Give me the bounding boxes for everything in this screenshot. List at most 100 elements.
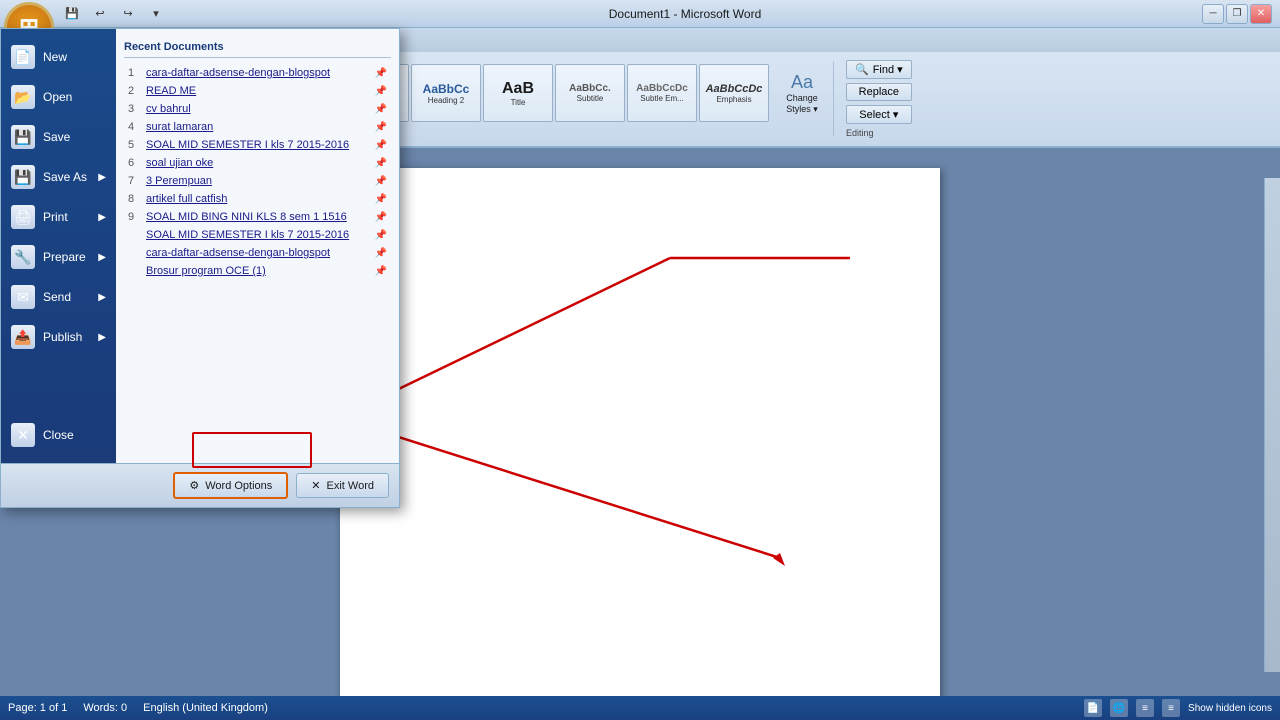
doc-num: 1 bbox=[128, 67, 142, 79]
doc-name: 3 Perempuan bbox=[146, 175, 371, 187]
doc-name: cara-daftar-adsense-dengan-blogspot bbox=[146, 247, 371, 259]
view-web-btn[interactable]: 🌐 bbox=[1110, 699, 1128, 717]
style-h2-preview: AaBbCc bbox=[423, 82, 470, 96]
right-scrollbar[interactable] bbox=[1264, 178, 1280, 672]
prepare-arrow: ▶ bbox=[98, 252, 106, 263]
recent-doc-7[interactable]: 7 3 Perempuan 📌 bbox=[124, 172, 391, 190]
style-emphasis-label: Emphasis bbox=[716, 95, 751, 104]
select-button[interactable]: Select ▾ bbox=[846, 105, 912, 124]
recent-doc-9[interactable]: 9 SOAL MID BING NINI KLS 8 sem 1 1516 📌 bbox=[124, 208, 391, 226]
menu-item-new-label: New bbox=[43, 50, 67, 64]
select-label: Select ▾ bbox=[859, 109, 898, 121]
change-styles-label: ChangeStyles ▾ bbox=[786, 93, 818, 115]
style-subtle-em-label: Subtle Em... bbox=[640, 94, 684, 103]
recent-doc-6[interactable]: 6 soal ujian oke 📌 bbox=[124, 154, 391, 172]
pin-icon: 📌 bbox=[375, 212, 387, 223]
recent-doc-4[interactable]: 4 surat lamaran 📌 bbox=[124, 118, 391, 136]
doc-name: READ ME bbox=[146, 85, 371, 97]
doc-num: 7 bbox=[128, 175, 142, 187]
office-menu-bottom: ⚙ Word Options ✕ Exit Word bbox=[1, 463, 399, 507]
save-quick-btn[interactable]: 💾 bbox=[62, 4, 82, 24]
pin-icon: 📌 bbox=[375, 104, 387, 115]
window-title: Document1 - Microsoft Word bbox=[168, 7, 1202, 21]
menu-item-close-label: Close bbox=[43, 428, 74, 442]
word-options-button[interactable]: ⚙ Word Options bbox=[173, 472, 288, 499]
doc-num: 4 bbox=[128, 121, 142, 133]
office-menu-nav: 📄 New 📂 Open 💾 Save 💾 Save As ▶ 🖨 bbox=[1, 29, 116, 463]
style-subtle-em[interactable]: AaBbCcDc Subtle Em... bbox=[627, 64, 697, 122]
menu-item-new[interactable]: 📄 New bbox=[1, 37, 116, 77]
recent-doc-11[interactable]: cara-daftar-adsense-dengan-blogspot 📌 bbox=[124, 244, 391, 262]
menu-item-send[interactable]: ✉ Send ▶ bbox=[1, 277, 116, 317]
recent-doc-5[interactable]: 5 SOAL MID SEMESTER I kls 7 2015-2016 📌 bbox=[124, 136, 391, 154]
style-h2-label: Heading 2 bbox=[428, 96, 464, 105]
menu-item-close[interactable]: ✕ Close bbox=[1, 415, 116, 455]
dropdown-btn[interactable]: ▾ bbox=[146, 4, 166, 24]
recent-doc-2[interactable]: 2 READ ME 📌 bbox=[124, 82, 391, 100]
status-bar: Page: 1 of 1 Words: 0 English (United Ki… bbox=[0, 696, 1280, 720]
pin-icon: 📌 bbox=[375, 230, 387, 241]
minimize-button[interactable]: ─ bbox=[1202, 4, 1224, 24]
menu-item-prepare[interactable]: 🔧 Prepare ▶ bbox=[1, 237, 116, 277]
recent-doc-1[interactable]: 1 cara-daftar-adsense-dengan-blogspot 📌 bbox=[124, 64, 391, 82]
style-subtitle-label: Subtitle bbox=[577, 94, 604, 103]
editing-label: Editing bbox=[846, 128, 912, 138]
doc-num: 3 bbox=[128, 103, 142, 115]
page-status: Page: 1 of 1 bbox=[8, 702, 67, 714]
doc-num: 5 bbox=[128, 139, 142, 151]
replace-button[interactable]: Replace bbox=[846, 83, 912, 101]
doc-name: soal ujian oke bbox=[146, 157, 371, 169]
title-bar: 💾 ↩ ↪ ▾ Document1 - Microsoft Word ─ ❐ ✕ bbox=[0, 0, 1280, 28]
open-icon: 📂 bbox=[11, 85, 35, 109]
doc-name: cv bahrul bbox=[146, 103, 371, 115]
menu-item-prepare-label: Prepare bbox=[43, 250, 86, 264]
exit-icon: ✕ bbox=[311, 479, 320, 492]
doc-name: SOAL MID SEMESTER I kls 7 2015-2016 bbox=[146, 139, 371, 151]
style-heading2[interactable]: AaBbCc Heading 2 bbox=[411, 64, 481, 122]
pin-icon: 📌 bbox=[375, 68, 387, 79]
new-icon: 📄 bbox=[11, 45, 35, 69]
doc-name: surat lamaran bbox=[146, 121, 371, 133]
view-draft-btn[interactable]: ≡ bbox=[1162, 699, 1180, 717]
restore-button[interactable]: ❐ bbox=[1226, 4, 1248, 24]
pin-icon: 📌 bbox=[375, 140, 387, 151]
saveas-arrow: ▶ bbox=[98, 172, 106, 183]
doc-name: cara-daftar-adsense-dengan-blogspot bbox=[146, 67, 371, 79]
view-print-btn[interactable]: 📄 bbox=[1084, 699, 1102, 717]
menu-item-print[interactable]: 🖨 Print ▶ bbox=[1, 197, 116, 237]
exit-word-button[interactable]: ✕ Exit Word bbox=[296, 473, 389, 498]
find-label: Find ▾ bbox=[873, 63, 903, 76]
redo-btn[interactable]: ↪ bbox=[118, 4, 138, 24]
word-count: Words: 0 bbox=[83, 702, 127, 714]
menu-item-publish[interactable]: 📤 Publish ▶ bbox=[1, 317, 116, 357]
pin-icon: 📌 bbox=[375, 158, 387, 169]
window-controls: ─ ❐ ✕ bbox=[1202, 4, 1272, 24]
style-title-preview: AaB bbox=[502, 80, 534, 98]
menu-item-open[interactable]: 📂 Open bbox=[1, 77, 116, 117]
menu-item-saveas[interactable]: 💾 Save As ▶ bbox=[1, 157, 116, 197]
quick-access-toolbar: 💾 ↩ ↪ ▾ bbox=[60, 4, 168, 24]
pin-icon: 📌 bbox=[375, 122, 387, 133]
style-emphasis[interactable]: AaBbCcDc Emphasis bbox=[699, 64, 769, 122]
find-button[interactable]: 🔍 Find ▾ bbox=[846, 60, 912, 79]
show-hidden-icons[interactable]: Show hidden icons bbox=[1188, 703, 1272, 714]
recent-doc-12[interactable]: Brosur program OCE (1) 📌 bbox=[124, 262, 391, 280]
view-outline-btn[interactable]: ≡ bbox=[1136, 699, 1154, 717]
menu-item-send-label: Send bbox=[43, 290, 71, 304]
recent-documents-panel: Recent Documents 1 cara-daftar-adsense-d… bbox=[116, 29, 399, 463]
close-button[interactable]: ✕ bbox=[1250, 4, 1272, 24]
change-styles-button[interactable]: Aa ChangeStyles ▾ bbox=[775, 68, 829, 119]
menu-item-save[interactable]: 💾 Save bbox=[1, 117, 116, 157]
style-subtitle[interactable]: AaBbCc. Subtitle bbox=[555, 64, 625, 122]
doc-name: SOAL MID BING NINI KLS 8 sem 1 1516 bbox=[146, 211, 371, 223]
document-page[interactable] bbox=[340, 168, 940, 696]
menu-item-open-label: Open bbox=[43, 90, 72, 104]
close-menu-icon: ✕ bbox=[11, 423, 35, 447]
recent-doc-10[interactable]: SOAL MID SEMESTER I kls 7 2015-2016 📌 bbox=[124, 226, 391, 244]
doc-num: 8 bbox=[128, 193, 142, 205]
doc-num: 9 bbox=[128, 211, 142, 223]
undo-btn[interactable]: ↩ bbox=[90, 4, 110, 24]
recent-doc-8[interactable]: 8 artikel full catfish 📌 bbox=[124, 190, 391, 208]
style-title[interactable]: AaB Title bbox=[483, 64, 553, 122]
recent-doc-3[interactable]: 3 cv bahrul 📌 bbox=[124, 100, 391, 118]
